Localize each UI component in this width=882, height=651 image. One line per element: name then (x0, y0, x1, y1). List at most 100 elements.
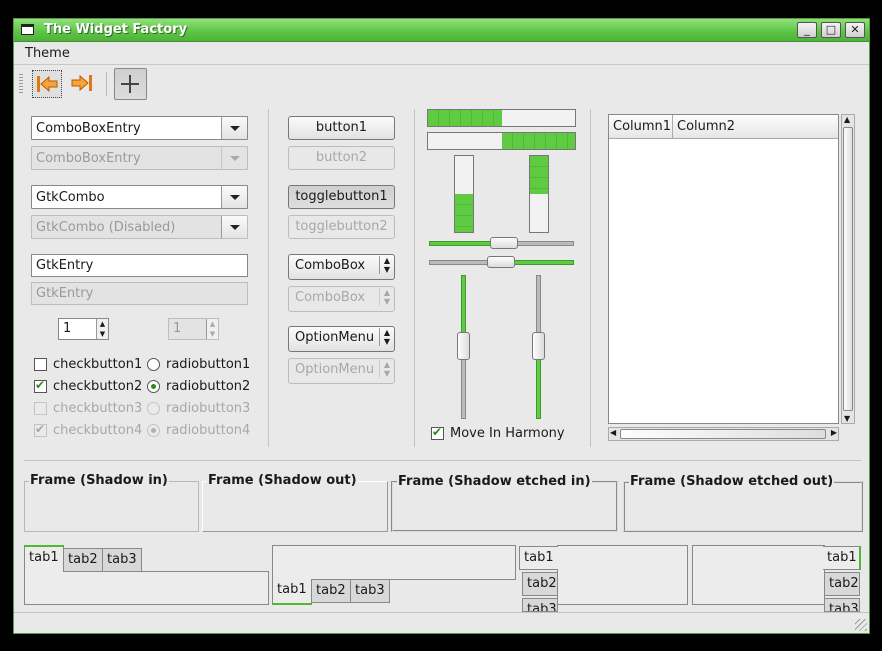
gtk-combo[interactable]: GtkCombo (31, 185, 248, 209)
checkbutton-4-label: checkbutton4 (53, 423, 143, 438)
back-button[interactable] (32, 70, 62, 98)
spin-arrows-icon[interactable]: ▲ ▼ (96, 319, 108, 339)
column-header-1[interactable]: Column1 (609, 115, 673, 139)
notebook-left-tab-2[interactable]: tab2 (522, 572, 558, 596)
option-menu-disabled-label: OptionMenu (295, 362, 375, 377)
column-header-2[interactable]: Column2 (673, 115, 838, 139)
progress-bar-v2 (529, 155, 549, 233)
gtk-entry[interactable]: GtkEntry (31, 254, 248, 277)
minimize-icon[interactable]: _ (797, 22, 817, 38)
spin-arrows-icon: ▲ ▼ (206, 319, 218, 339)
combobox-disabled: ComboBox ▲ ▼ (288, 286, 395, 312)
combo-box-entry-disabled-text: ComboBoxEntry (36, 151, 141, 166)
frame-shadow-etched-in-label: Frame (Shadow etched in) (397, 474, 592, 489)
combobox[interactable]: ComboBox ▲ ▼ (288, 254, 395, 280)
checkbutton-1-label: checkbutton1 (53, 357, 143, 372)
toolbar (14, 66, 869, 102)
horizontal-separator (24, 460, 861, 461)
checkbox-checked-icon[interactable] (34, 378, 47, 393)
maximize-icon[interactable]: □ (821, 22, 841, 38)
statusbar-separator (14, 612, 869, 613)
notebook-top-tab-3[interactable]: tab3 (102, 548, 142, 572)
resize-grip-icon[interactable] (855, 619, 867, 631)
horizontal-scroll-thumb[interactable] (620, 429, 826, 439)
vscale-2-slider[interactable] (532, 332, 545, 360)
notebook-bottom-tab-1[interactable]: tab1 (272, 579, 312, 605)
checkbox-icon[interactable] (34, 358, 47, 371)
scroll-left-icon[interactable]: ◀ (610, 428, 616, 437)
titlebar[interactable]: The Widget Factory _ □ ✕ (14, 19, 869, 42)
checkbutton-2[interactable]: checkbutton2 (34, 378, 142, 394)
combobox-label: ComboBox (295, 258, 366, 273)
scroll-down-icon[interactable]: ▼ (844, 414, 850, 423)
horizontal-scrollbar[interactable]: ◀ ▶ (608, 427, 839, 441)
checkbox-icon (34, 402, 47, 415)
move-in-harmony-check[interactable]: Move In Harmony (431, 425, 565, 441)
hscale-2-slider[interactable] (487, 256, 515, 268)
frame-shadow-out-label: Frame (Shadow out) (207, 473, 358, 488)
notebook-right-tab-2[interactable]: tab2 (824, 572, 860, 596)
vscale-1-slider[interactable] (457, 332, 470, 360)
vertical-scroll-thumb[interactable] (843, 127, 853, 411)
toolbar-grip-icon[interactable] (19, 74, 23, 94)
up-down-arrows-icon: ▲ ▼ (378, 360, 390, 378)
notebook-right-tab-3[interactable]: tab3 (824, 598, 860, 612)
gtk-combo-text[interactable]: GtkCombo (36, 190, 105, 205)
gtk-entry-disabled: GtkEntry (31, 282, 248, 305)
gtk-combo-disabled: GtkCombo (Disabled) (31, 215, 248, 239)
progress-fill (428, 110, 502, 126)
scroll-right-icon[interactable]: ▶ (831, 428, 837, 437)
radiobutton-2-label: radiobutton2 (166, 379, 251, 394)
checkbox-checked-icon (34, 422, 47, 437)
button-1[interactable]: button1 (288, 116, 395, 140)
forward-button[interactable] (68, 70, 98, 98)
option-menu-label: OptionMenu (295, 330, 375, 345)
frame-shadow-etched-out: Frame (Shadow etched out) (623, 474, 863, 532)
progress-bar-v1 (454, 155, 474, 233)
main-window: The Widget Factory _ □ ✕ Theme ComboBoxE… (13, 18, 870, 634)
chevron-down-icon (221, 147, 247, 169)
spin-button[interactable]: 1 ▲ ▼ (58, 318, 109, 340)
notebook-top-page (24, 571, 269, 605)
radio-icon (147, 402, 160, 415)
progress-bar-h1 (427, 109, 576, 127)
gtk-combo-disabled-text: GtkCombo (Disabled) (36, 220, 176, 235)
spin-value-disabled: 1 (173, 321, 182, 336)
vertical-scrollbar[interactable]: ▲ ▼ (841, 114, 855, 424)
combo-box-entry-disabled: ComboBoxEntry (31, 146, 248, 170)
togglebutton-1[interactable]: togglebutton1 (288, 185, 395, 209)
notebook-top-tab-1[interactable]: tab1 (24, 545, 64, 572)
notebook-left-tab-3[interactable]: tab3 (522, 598, 558, 612)
notebook-top-tab-2[interactable]: tab2 (63, 548, 103, 572)
frame-shadow-in: Frame (Shadow in) (24, 473, 199, 532)
menu-theme[interactable]: Theme (25, 46, 70, 61)
spin-value[interactable]: 1 (63, 321, 71, 336)
close-icon[interactable]: ✕ (845, 22, 865, 38)
progress-fill (530, 156, 548, 194)
chevron-down-icon[interactable] (221, 117, 247, 139)
notebook-bottom-tab-3[interactable]: tab3 (350, 579, 390, 603)
notebook-left-tab-1[interactable]: tab1 (519, 546, 558, 570)
combo-box-entry-text[interactable]: ComboBoxEntry (36, 121, 141, 136)
notebook-right-tab-1[interactable]: tab1 (823, 546, 861, 570)
window-icon[interactable] (21, 24, 34, 35)
button-2: button2 (288, 146, 395, 170)
checkbox-checked-icon[interactable] (431, 425, 444, 440)
scroll-up-icon[interactable]: ▲ (844, 115, 850, 124)
radio-selected-icon[interactable] (147, 380, 160, 393)
notebook-left-page (557, 545, 688, 605)
combo-box-entry[interactable]: ComboBoxEntry (31, 116, 248, 140)
plus-icon (121, 75, 139, 93)
chevron-down-icon[interactable] (221, 186, 247, 208)
add-button[interactable] (114, 68, 147, 100)
radiobutton-1[interactable]: radiobutton1 (147, 357, 250, 372)
option-menu[interactable]: OptionMenu ▲ ▼ (288, 326, 395, 352)
hscale-1-slider[interactable] (490, 237, 518, 249)
togglebutton-2: togglebutton2 (288, 215, 395, 239)
tree-view[interactable]: Column1 Column2 (608, 114, 839, 424)
checkbutton-1[interactable]: checkbutton1 (34, 357, 142, 372)
radio-icon[interactable] (147, 358, 160, 371)
notebook-bottom-tab-2[interactable]: tab2 (311, 579, 351, 603)
radiobutton-2[interactable]: radiobutton2 (147, 379, 250, 394)
progress-fill (501, 133, 575, 149)
